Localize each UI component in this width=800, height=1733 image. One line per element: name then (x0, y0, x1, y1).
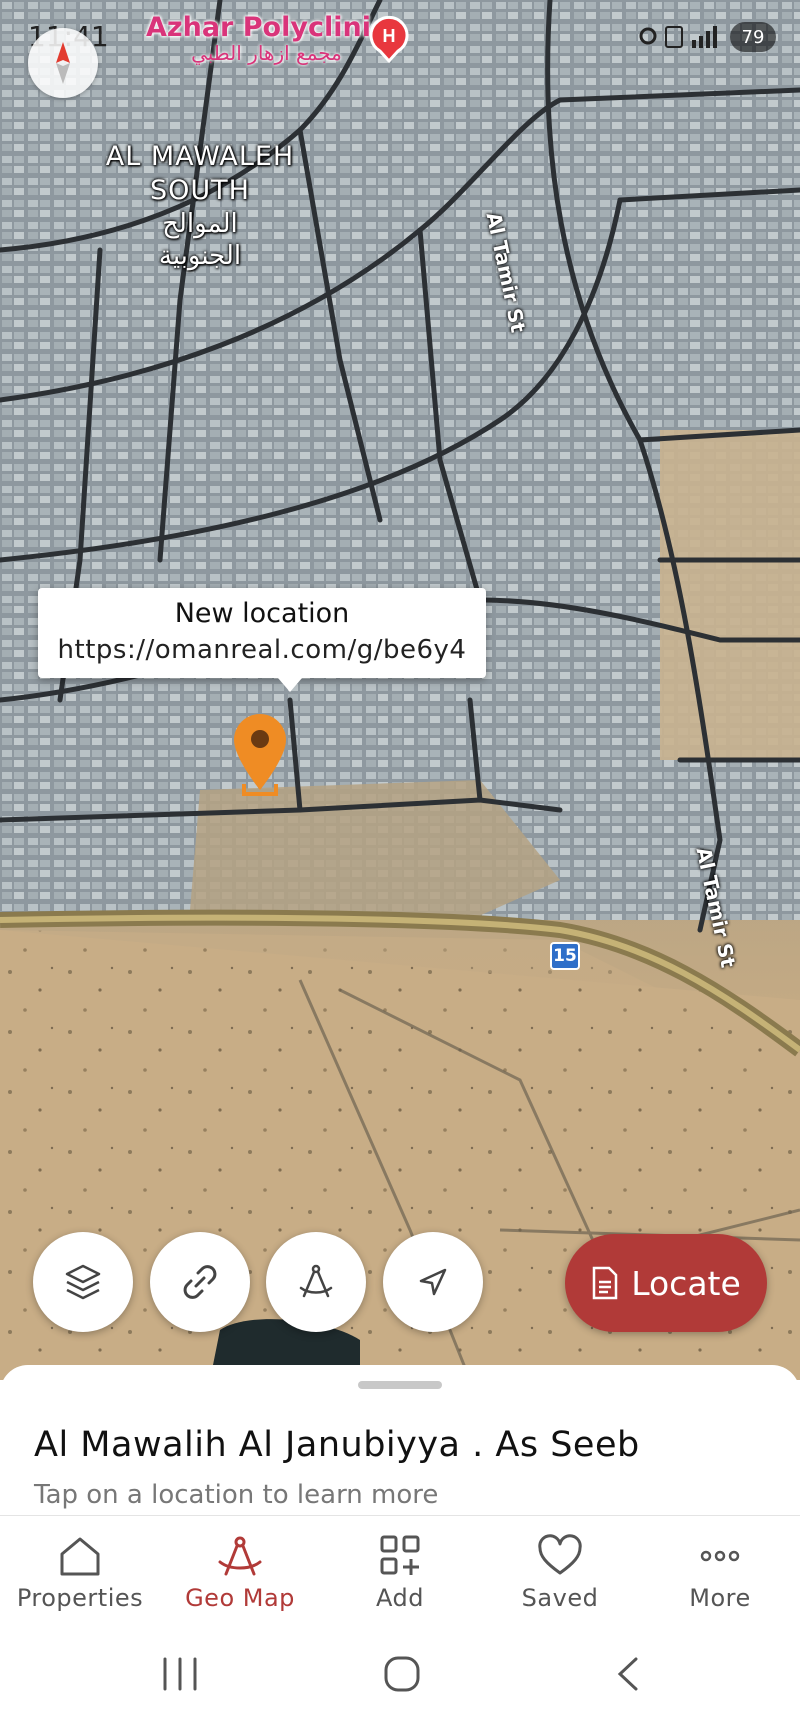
popup-link[interactable]: https://omanreal.com/g/be6y4 (38, 635, 486, 665)
area-label-line2: SOUTH (150, 175, 250, 206)
system-navigation-bar (0, 1625, 800, 1733)
more-icon (700, 1550, 740, 1562)
hospital-icon[interactable]: H (368, 15, 410, 63)
area-label-line3: الموالح (162, 209, 238, 239)
system-nav-icons (163, 1656, 638, 1692)
bottom-nav: Properties Geo Map Add Saved More (0, 1515, 800, 1625)
document-icon (592, 1266, 618, 1300)
nav-item-more[interactable]: More (640, 1516, 800, 1626)
nav-label: Add (376, 1584, 424, 1612)
battery-indicator: 79 (730, 22, 776, 52)
locate-label: Locate (631, 1263, 741, 1303)
location-pin-icon[interactable] (230, 710, 290, 800)
navigation-arrow-icon (419, 1268, 447, 1296)
compass-button[interactable] (28, 28, 98, 98)
nav-item-properties[interactable]: Properties (0, 1516, 160, 1626)
back-icon[interactable] (617, 1657, 638, 1691)
share-link-button[interactable] (150, 1232, 250, 1332)
poi-name: Azhar Polyclinic (146, 12, 387, 43)
poi-name-ar: مجمع ازهار الطبي (191, 41, 342, 65)
nav-label: Geo Map (185, 1584, 295, 1612)
heart-icon (538, 1534, 582, 1575)
satellite-map[interactable]: 11:41 79 Azhar Polyclinic مجمع ازهار الط… (0, 0, 800, 1380)
nav-label: Saved (521, 1584, 599, 1612)
home-button-icon[interactable] (384, 1656, 420, 1692)
location-title: Al Mawalih Al Janubiyya . As Seeb (34, 1425, 640, 1465)
my-location-button[interactable] (383, 1232, 483, 1332)
compass-draw-icon (299, 1264, 333, 1298)
home-icon (60, 1537, 100, 1576)
nav-label: More (689, 1584, 751, 1612)
nav-item-add[interactable]: Add (320, 1516, 480, 1626)
area-label: AL MAWALEH SOUTH الموالح الجنوبية (80, 140, 320, 272)
layers-icon (65, 1264, 101, 1300)
recent-apps-icon[interactable] (163, 1657, 197, 1691)
locate-button[interactable]: Locate (565, 1234, 767, 1332)
route-shield: 15 (550, 942, 580, 970)
area-label-line4: الجنوبية (158, 241, 242, 271)
compass-icon (56, 42, 70, 84)
draw-area-button[interactable] (266, 1232, 366, 1332)
svg-text:H: H (383, 26, 396, 46)
poi-azhar-polyclinic[interactable]: Azhar Polyclinic مجمع ازهار الطبي (146, 12, 387, 65)
nav-item-geo-map[interactable]: Geo Map (160, 1516, 320, 1626)
location-sheet[interactable]: Al Mawalih Al Janubiyya . As Seeb Tap on… (0, 1365, 800, 1515)
compass-draw-icon (218, 1536, 262, 1576)
nav-label: Properties (16, 1584, 144, 1612)
location-hint: Tap on a location to learn more (34, 1480, 439, 1510)
location-popup[interactable]: New location https://omanreal.com/g/be6y… (38, 588, 486, 692)
sheet-drag-handle[interactable] (358, 1381, 442, 1389)
link-icon (183, 1265, 217, 1299)
nav-item-saved[interactable]: Saved (480, 1516, 640, 1626)
area-label-line1: AL MAWALEH (105, 141, 295, 172)
popup-title: New location (174, 598, 350, 629)
add-grid-icon (380, 1535, 420, 1575)
signal-icons (639, 26, 717, 48)
layers-button[interactable] (33, 1232, 133, 1332)
